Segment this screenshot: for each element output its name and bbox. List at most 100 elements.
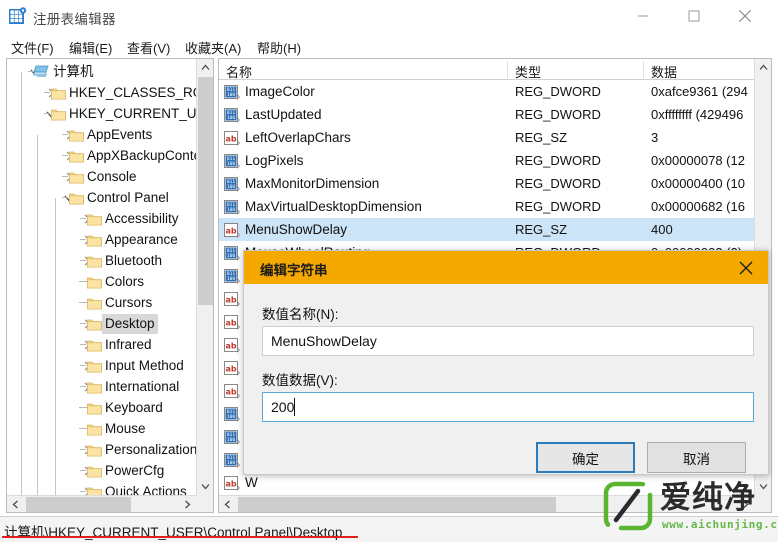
tree-item-mouse[interactable]: Mouse <box>65 419 197 439</box>
maximize-button[interactable] <box>671 0 717 32</box>
scroll-right-icon[interactable] <box>179 496 196 512</box>
table-row[interactable]: 011 100 MaxMonitorDimension REG_DWORD 0x0000… <box>219 172 754 195</box>
value-name: LastUpdated <box>245 107 322 122</box>
value-data-label: 数值数据(V): <box>262 373 338 388</box>
tree-dash <box>62 155 68 156</box>
tree-item-label: PowerCfg <box>105 463 165 478</box>
tree-item-[interactable]: 计算机 <box>13 62 197 82</box>
tree-item-accessibility[interactable]: Accessibility <box>65 209 197 229</box>
value-data-input[interactable] <box>262 392 754 422</box>
tree-item-powercfg[interactable]: PowerCfg <box>65 461 197 481</box>
table-row[interactable]: ab LeftOverlapChars REG_SZ 3 <box>219 126 754 149</box>
tree-item-control-panel[interactable]: Control Panel <box>47 188 197 208</box>
tree-item-label: Bluetooth <box>105 253 163 268</box>
tree-item-console[interactable]: Console <box>47 167 197 187</box>
tree-item-label: Appearance <box>105 232 178 247</box>
tree-item-international[interactable]: International <box>65 377 197 397</box>
menu-bar: 文件(F) 编辑(E) 查看(V) 收藏夹(A) 帮助(H) <box>0 34 778 58</box>
minimize-button[interactable] <box>620 0 666 32</box>
text-caret <box>294 398 295 416</box>
tree-item-cursors[interactable]: Cursors <box>65 293 197 313</box>
tree-item-personalization[interactable]: Personalization <box>65 440 197 460</box>
svg-text:100: 100 <box>227 115 236 121</box>
tree-dash <box>62 134 68 135</box>
folder-icon <box>69 191 84 205</box>
tree-item-quick-actions[interactable]: Quick Actions <box>65 482 197 496</box>
svg-text:100: 100 <box>227 414 236 420</box>
column-divider[interactable] <box>643 61 644 78</box>
dword-icon: 011 100 <box>224 199 240 215</box>
svg-text:100: 100 <box>227 276 236 282</box>
tree-item-appxbackupcontenttype[interactable]: AppXBackupContentType <box>47 146 197 166</box>
column-header-2[interactable]: 数据 <box>651 62 677 81</box>
scroll-left-icon[interactable] <box>219 496 236 512</box>
svg-text:100: 100 <box>227 460 236 466</box>
tree-item-colors[interactable]: Colors <box>65 272 197 292</box>
scroll-up-icon[interactable] <box>197 59 213 76</box>
tree-dash <box>44 113 50 114</box>
tree-item-label: HKEY_CURRENT_USER <box>69 106 197 121</box>
tree-dash <box>80 470 86 471</box>
list-header: 名称 类型 数据 <box>219 59 754 80</box>
table-row[interactable]: 011 100 MaxVirtualDesktopDimension REG_DWOR… <box>219 195 754 218</box>
folder-icon <box>87 338 102 352</box>
tree-item-appearance[interactable]: Appearance <box>65 230 197 250</box>
menu-item-0[interactable]: 文件(F) <box>8 37 57 58</box>
string-icon: ab <box>224 360 240 376</box>
scroll-down-icon[interactable] <box>197 478 213 495</box>
svg-text:100: 100 <box>227 92 236 98</box>
tree-item-keyboard[interactable]: Keyboard <box>65 398 197 418</box>
tree-item-hkey-current-user[interactable]: HKEY_CURRENT_USER <box>29 104 197 124</box>
value-name-input[interactable] <box>262 326 754 356</box>
value-name: LeftOverlapChars <box>245 130 351 145</box>
tree-item-infrared[interactable]: Infrared <box>65 335 197 355</box>
folder-icon <box>87 275 102 289</box>
registry-tree-pane: 计算机 HKEY_CLASSES_ROOT HKEY_CURRENT_USER App… <box>6 58 214 513</box>
tree-item-desktop[interactable]: Desktop <box>65 314 197 334</box>
table-row[interactable]: ab MenuShowDelay REG_SZ 400 <box>219 218 754 241</box>
column-divider[interactable] <box>507 61 508 78</box>
tree-scroll-thumb[interactable] <box>198 77 213 305</box>
string-icon: ab <box>224 291 240 307</box>
svg-text:100: 100 <box>227 184 236 190</box>
dialog-close-button[interactable] <box>724 251 768 284</box>
tree-item-input-method[interactable]: Input Method <box>65 356 197 376</box>
tree-dash <box>80 260 86 261</box>
tree-vertical-scrollbar[interactable] <box>196 59 213 495</box>
status-path: 计算机\HKEY_CURRENT_USER\Control Panel\Desk… <box>4 525 343 540</box>
folder-icon <box>87 317 102 331</box>
tree-horizontal-scrollbar[interactable] <box>7 495 196 512</box>
cancel-button[interactable]: 取消 <box>647 442 746 473</box>
computer-icon <box>33 65 50 79</box>
tree-hscroll-thumb[interactable] <box>26 497 131 512</box>
table-row[interactable]: 011 100 LogPixels REG_DWORD 0x00000078 (12 <box>219 149 754 172</box>
tree-item-appevents[interactable]: AppEvents <box>47 125 197 145</box>
menu-item-2[interactable]: 查看(V) <box>124 37 173 58</box>
tree-dash <box>80 386 86 387</box>
value-type: REG_SZ <box>515 130 568 145</box>
svg-text:ab: ab <box>225 319 236 328</box>
tree-item-hkey-classes-root[interactable]: HKEY_CLASSES_ROOT <box>29 83 197 103</box>
column-header-1[interactable]: 类型 <box>515 62 541 81</box>
ok-button[interactable]: 确定 <box>536 442 635 473</box>
list-hscroll-thumb[interactable] <box>238 497 556 512</box>
tree-item-bluetooth[interactable]: Bluetooth <box>65 251 197 271</box>
tree-item-label: 计算机 <box>53 64 94 79</box>
close-button[interactable] <box>722 0 768 32</box>
scroll-left-icon[interactable] <box>7 496 24 512</box>
folder-icon <box>87 464 102 478</box>
scroll-up-icon[interactable] <box>755 59 771 76</box>
value-name: MenuShowDelay <box>245 222 348 237</box>
string-icon: ab <box>224 314 240 330</box>
table-row[interactable]: 011 100 LastUpdated REG_DWORD 0xffffffff (42… <box>219 103 754 126</box>
status-path-underline <box>2 536 358 538</box>
column-header-0[interactable]: 名称 <box>226 62 252 81</box>
folder-icon <box>69 128 84 142</box>
menu-item-4[interactable]: 帮助(H) <box>254 37 304 58</box>
menu-item-1[interactable]: 编辑(E) <box>66 37 115 58</box>
table-row[interactable]: 011 100 ImageColor REG_DWORD 0xafce9361 (294 <box>219 80 754 103</box>
tree-dash <box>80 302 86 303</box>
menu-item-3[interactable]: 收藏夹(A) <box>182 37 244 58</box>
folder-icon <box>69 149 84 163</box>
folder-icon <box>87 443 102 457</box>
